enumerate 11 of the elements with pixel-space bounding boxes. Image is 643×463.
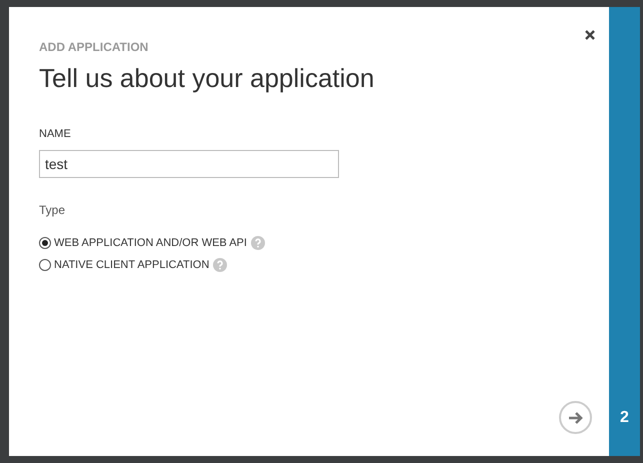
step-number: 2 <box>620 408 629 428</box>
type-radio[interactable]: NATIVE CLIENT APPLICATION <box>39 257 210 274</box>
name-input[interactable]: test <box>39 150 339 178</box>
type-label: Type <box>39 202 66 218</box>
close-icon[interactable] <box>585 30 595 40</box>
dialog-title: Tell us about your application <box>39 62 376 94</box>
next-button[interactable] <box>559 401 592 434</box>
dialog-subtitle: ADD APPLICATION <box>39 40 148 54</box>
name-label: NAME <box>39 127 72 142</box>
type-radio[interactable]: WEB APPLICATION AND/OR WEB API <box>39 234 247 251</box>
arrow-right-icon <box>568 410 584 424</box>
